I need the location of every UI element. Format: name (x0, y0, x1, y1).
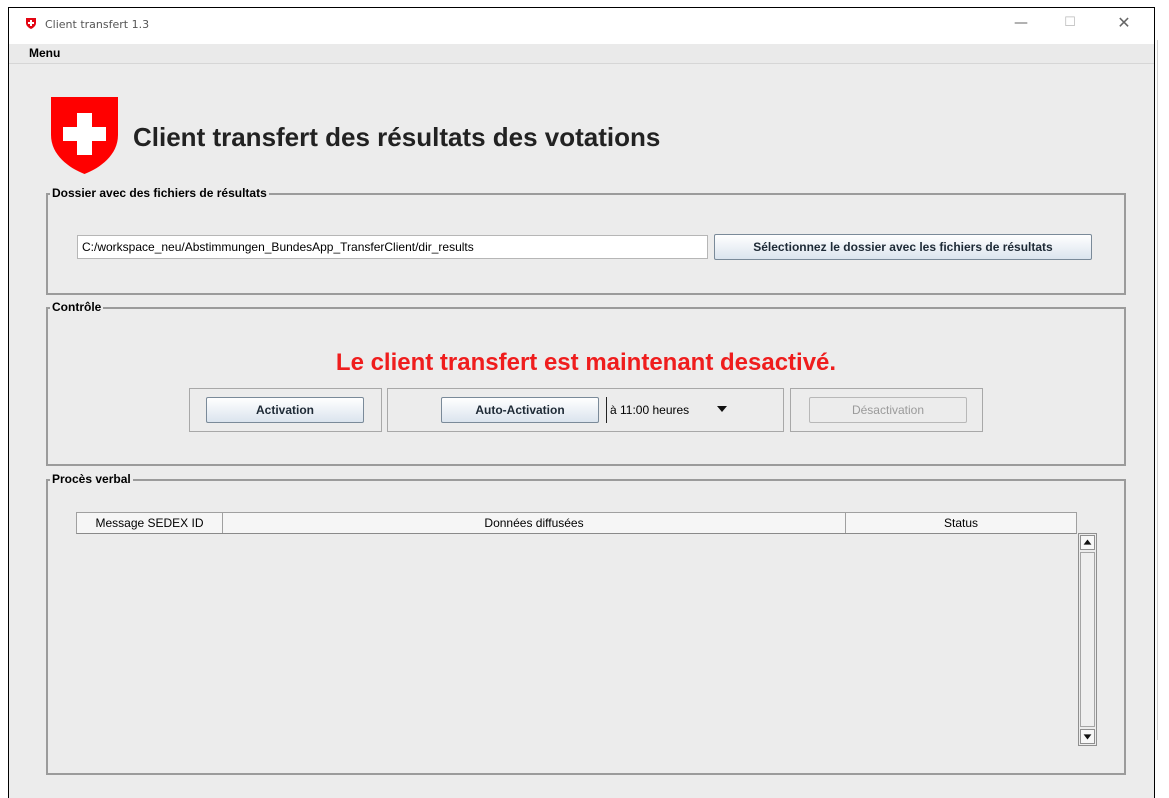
title-bar (9, 8, 1154, 44)
log-table-header: Message SEDEX ID Données diffusées Statu… (76, 512, 1077, 534)
folder-group-title: Dossier avec des fichiers de résultats (50, 186, 269, 200)
scroll-down-icon[interactable] (1080, 729, 1095, 744)
auto-activation-button[interactable]: Auto-Activation (441, 397, 599, 423)
menu-item-menu[interactable]: Menu (29, 46, 60, 60)
deactivation-button: Désactivation (809, 397, 967, 423)
outer-scroll-divider (1157, 40, 1158, 740)
minimize-button[interactable]: — (1006, 12, 1036, 34)
select-folder-button[interactable]: Sélectionnez le dossier avec les fichier… (714, 234, 1092, 260)
log-group-title: Procès verbal (50, 472, 133, 486)
status-message: Le client transfert est maintenant desac… (335, 349, 837, 376)
scrollbar-thumb[interactable] (1080, 552, 1095, 727)
menu-bar (9, 44, 1154, 64)
swiss-app-icon (26, 18, 36, 29)
close-button[interactable]: ✕ (1109, 12, 1139, 34)
auto-time-value: à 11:00 heures (610, 403, 690, 417)
control-group-title: Contrôle (50, 300, 104, 314)
folder-path-field[interactable]: C:/workspace_neu/Abstimmungen_BundesApp_… (77, 235, 708, 259)
maximize-button[interactable]: ☐ (1055, 12, 1085, 34)
column-header-sedex-id[interactable]: Message SEDEX ID (77, 513, 223, 533)
activation-button[interactable]: Activation (206, 397, 364, 423)
window-title: Client transfert 1.3 (45, 18, 150, 31)
column-header-data[interactable]: Données diffusées (223, 513, 846, 533)
column-header-status[interactable]: Status (846, 513, 1076, 533)
scroll-up-icon[interactable] (1080, 535, 1095, 550)
control-group (46, 307, 1126, 466)
chevron-down-icon[interactable] (717, 404, 727, 414)
page-title: Client transfert des résultats des votat… (133, 122, 661, 152)
outer-scroll-strip (1157, 0, 1169, 798)
swiss-shield-icon (51, 97, 118, 174)
